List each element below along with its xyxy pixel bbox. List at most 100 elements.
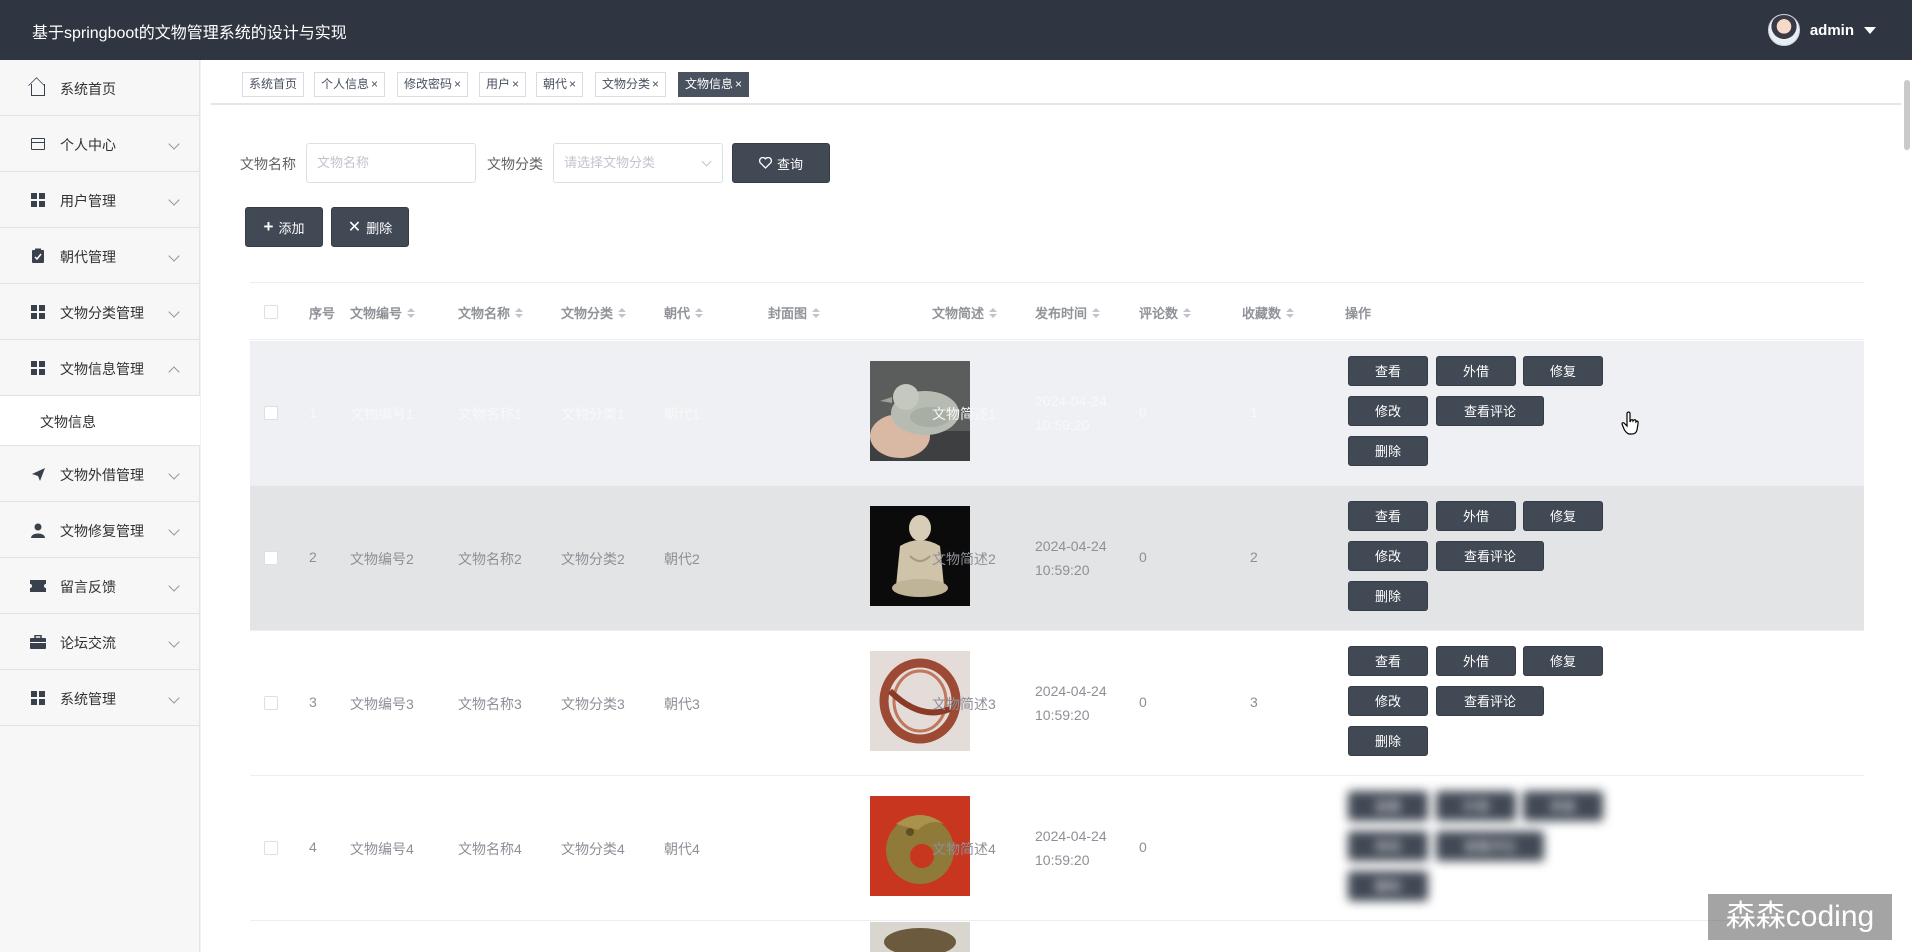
close-icon[interactable]: × <box>512 77 519 91</box>
watermark: 森森coding <box>1708 894 1892 940</box>
view-button[interactable]: 查看 <box>1348 646 1428 676</box>
repair-button[interactable]: 修复 <box>1523 501 1603 531</box>
header-category[interactable]: 文物分类 <box>561 303 627 322</box>
row-checkbox[interactable] <box>264 696 278 710</box>
sort-icon[interactable] <box>812 307 821 318</box>
header-favorites[interactable]: 收藏数 <box>1242 303 1295 322</box>
sort-icon[interactable] <box>407 307 416 318</box>
name-search-input[interactable]: 文物名称 <box>306 143 476 183</box>
row-delete-button[interactable]: 删除 <box>1348 436 1428 466</box>
tab-dynasty[interactable]: 朝代 × <box>536 72 584 97</box>
user-menu[interactable]: admin <box>1767 14 1876 46</box>
row-delete-button[interactable]: 删除 <box>1348 871 1428 901</box>
sidebar-item-repair-management[interactable]: 文物修复管理 <box>0 502 200 558</box>
view-button[interactable]: 查看 <box>1348 501 1428 531</box>
sidebar-item-relic-management[interactable]: 文物信息管理 <box>0 340 200 396</box>
sidebar-item-system-management[interactable]: 系统管理 <box>0 670 200 726</box>
app-title: 基于springboot的文物管理系统的设计与实现 <box>32 25 347 42</box>
close-icon[interactable]: × <box>652 77 659 91</box>
edit-button[interactable]: 修改 <box>1348 831 1428 861</box>
table-row[interactable]: 2 文物编号2 文物名称2 文物分类2 朝代2 文物简述2 2024-04-24… <box>250 486 1864 631</box>
close-icon[interactable]: × <box>371 77 378 91</box>
add-button[interactable]: + 添加 <box>245 207 323 247</box>
sidebar-subitem-relic-info[interactable]: 文物信息 <box>0 396 200 446</box>
sidebar-item-user-management[interactable]: 用户管理 <box>0 172 200 228</box>
sidebar-item-category-management[interactable]: 文物分类管理 <box>0 284 200 340</box>
sort-icon[interactable] <box>695 307 704 318</box>
repair-button[interactable]: 修复 <box>1523 356 1603 386</box>
header-operations: 操作 <box>1345 306 1372 321</box>
avatar[interactable] <box>1767 14 1800 46</box>
cell-category: 文物分类2 <box>561 551 625 567</box>
sidebar-item-forum[interactable]: 论坛交流 <box>0 614 200 670</box>
table-row[interactable]: 3 文物编号3 文物名称3 文物分类3 朝代3 文物简述3 2024-04-24… <box>250 631 1864 776</box>
briefcase-icon <box>30 634 46 650</box>
tab-relic-info[interactable]: 文物信息 × <box>678 72 750 97</box>
sidebar-item-home[interactable]: 系统首页 <box>0 60 200 116</box>
tab-change-password[interactable]: 修改密码 × <box>397 72 469 97</box>
view-comments-button[interactable]: 查看评论 <box>1436 541 1544 571</box>
sort-icon[interactable] <box>989 307 998 318</box>
user-icon <box>30 522 46 538</box>
table-row[interactable]: 4 文物编号4 文物名称4 文物分类4 朝代4 文物简述4 2024-04-24… <box>250 776 1864 921</box>
sidebar-item-personal-center[interactable]: 个人中心 <box>0 116 200 172</box>
loan-button[interactable]: 外借 <box>1436 356 1516 386</box>
tab-users[interactable]: 用户 × <box>479 72 527 97</box>
sort-icon[interactable] <box>1183 307 1192 318</box>
repair-button[interactable]: 修复 <box>1523 791 1603 821</box>
cell-name: 文物名称3 <box>458 696 522 712</box>
close-icon[interactable]: × <box>569 77 576 91</box>
cell-comments: 0 <box>1139 549 1147 565</box>
table-header: 序号 文物编号 文物名称 文物分类 朝代 封面图 文物简述 发布时间 评论数 收… <box>250 282 1864 340</box>
row-checkbox[interactable] <box>264 406 278 420</box>
edit-button[interactable]: 修改 <box>1348 541 1428 571</box>
sort-icon[interactable] <box>1092 307 1101 318</box>
view-comments-button[interactable]: 查看评论 <box>1436 831 1544 861</box>
cell-comments: 0 <box>1139 694 1147 710</box>
caret-down-icon[interactable] <box>1864 26 1876 34</box>
header-publish-time[interactable]: 发布时间 <box>1035 303 1101 322</box>
category-select[interactable]: 请选择文物分类 <box>553 143 723 183</box>
header-code[interactable]: 文物编号 <box>350 303 416 322</box>
loan-button[interactable]: 外借 <box>1436 501 1516 531</box>
cell-index: 3 <box>309 694 317 710</box>
cell-publish-time: 2024-04-24 10:59:20 <box>1035 393 1107 433</box>
row-delete-button[interactable]: 删除 <box>1348 726 1428 756</box>
header-name[interactable]: 文物名称 <box>458 303 524 322</box>
view-comments-button[interactable]: 查看评论 <box>1436 396 1544 426</box>
delete-button-label: 删除 <box>366 220 393 236</box>
header-description[interactable]: 文物简述 <box>932 303 998 322</box>
top-header: 基于springboot的文物管理系统的设计与实现 admin <box>0 0 1912 60</box>
close-icon[interactable]: × <box>454 77 461 91</box>
loan-button[interactable]: 外借 <box>1436 646 1516 676</box>
view-button[interactable]: 查看 <box>1348 356 1428 386</box>
sort-icon[interactable] <box>618 307 627 318</box>
view-comments-button[interactable]: 查看评论 <box>1436 686 1544 716</box>
tab-category[interactable]: 文物分类 × <box>595 72 667 97</box>
tab-home[interactable]: 系统首页 <box>242 72 305 97</box>
header-cover[interactable]: 封面图 <box>768 303 821 322</box>
sidebar-item-loan-management[interactable]: 文物外借管理 <box>0 446 200 502</box>
loan-button[interactable]: 外借 <box>1436 791 1516 821</box>
header-comments[interactable]: 评论数 <box>1139 303 1192 322</box>
delete-button[interactable]: ✕ 删除 <box>331 207 409 247</box>
cover-image-partial[interactable] <box>870 922 970 952</box>
sidebar-item-feedback[interactable]: 留言反馈 <box>0 558 200 614</box>
sidebar-item-dynasty-management[interactable]: 朝代管理 <box>0 228 200 284</box>
vertical-scrollbar[interactable] <box>1904 80 1910 150</box>
username[interactable]: admin <box>1810 22 1854 39</box>
view-button[interactable]: 查看 <box>1348 791 1428 821</box>
edit-button[interactable]: 修改 <box>1348 396 1428 426</box>
tab-profile[interactable]: 个人信息 × <box>314 72 386 97</box>
edit-button[interactable]: 修改 <box>1348 686 1428 716</box>
query-button[interactable]: 查询 <box>732 143 830 183</box>
select-all-checkbox[interactable] <box>264 305 278 319</box>
repair-button[interactable]: 修复 <box>1523 646 1603 676</box>
row-checkbox[interactable] <box>264 841 278 855</box>
row-checkbox[interactable] <box>264 551 278 565</box>
row-delete-button[interactable]: 删除 <box>1348 581 1428 611</box>
sort-icon[interactable] <box>515 307 524 318</box>
sort-icon[interactable] <box>1286 307 1295 318</box>
close-icon[interactable]: × <box>735 77 742 91</box>
header-dynasty[interactable]: 朝代 <box>664 303 704 322</box>
